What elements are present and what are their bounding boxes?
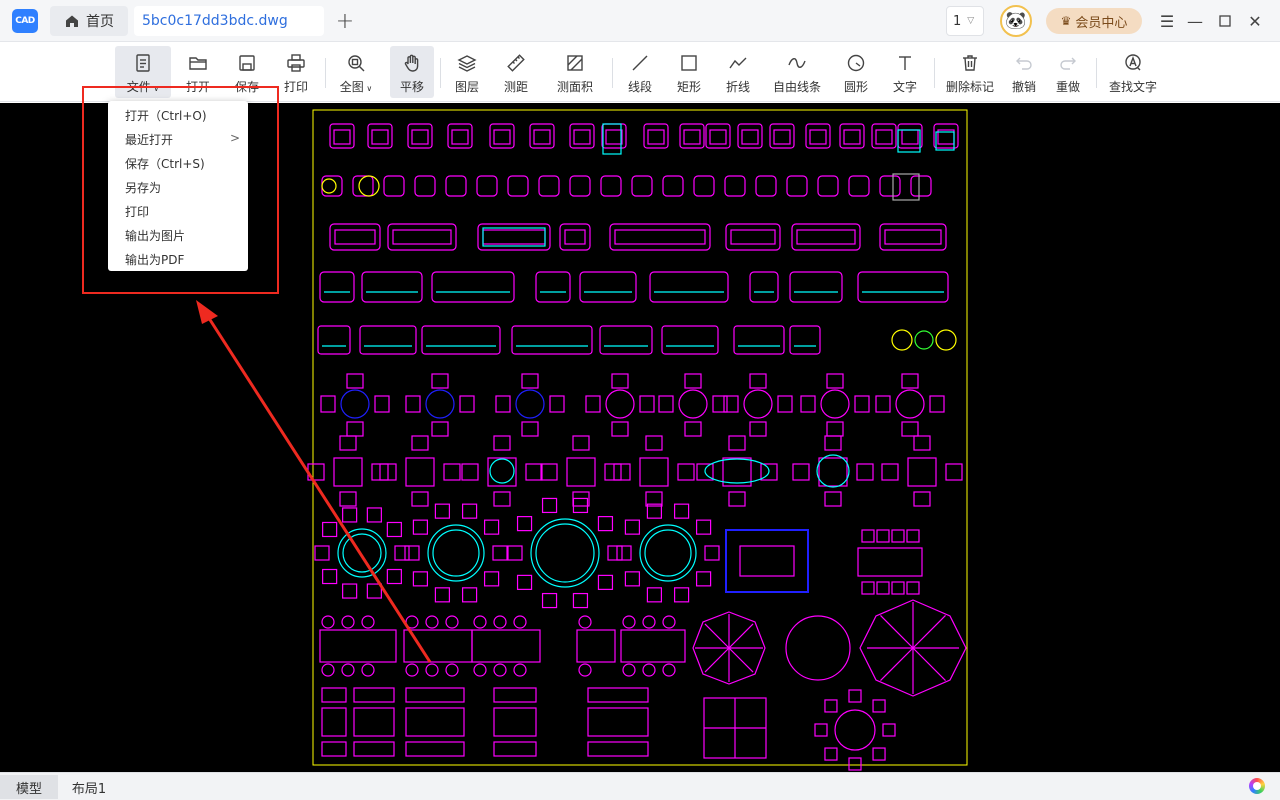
status-bar: 模型 布局1 [0,772,1280,800]
tab-layout1-label: 布局1 [71,781,107,797]
brand-logo-icon [1249,778,1265,794]
tab-model[interactable]: 模型 [0,775,58,799]
tab-layout1[interactable]: 布局1 [60,775,118,799]
tab-model-label: 模型 [15,781,42,797]
annotation-arrow [196,300,432,663]
